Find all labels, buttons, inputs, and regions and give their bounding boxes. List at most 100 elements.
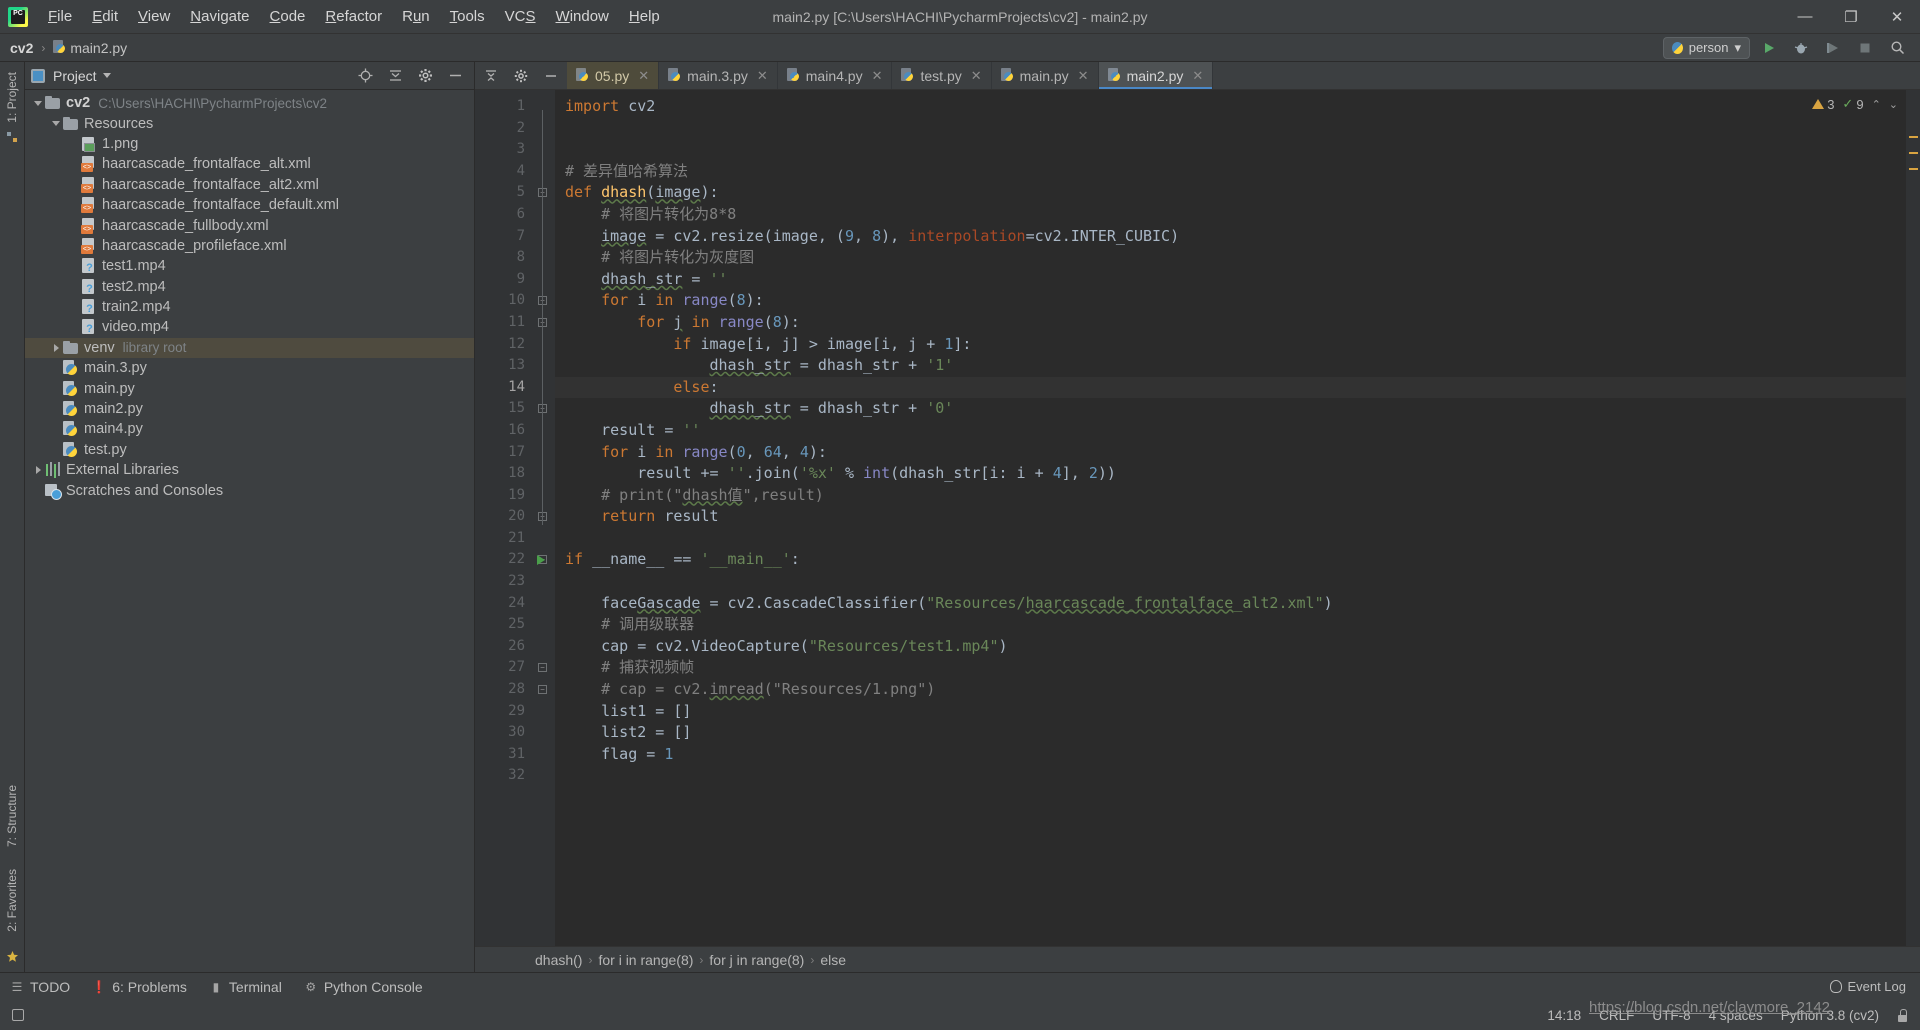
tree-item-haarcascade-fullbody-xml[interactable]: haarcascade_fullbody.xml: [25, 215, 474, 235]
close-icon[interactable]: ✕: [638, 68, 649, 84]
sidebar-item-project[interactable]: 1: Project: [5, 66, 19, 129]
code-line[interactable]: else:: [555, 376, 1920, 399]
hide-panel-icon[interactable]: [446, 67, 464, 85]
tree-item-haarcascade-frontalface-default-xml[interactable]: haarcascade_frontalface_default.xml: [25, 195, 474, 215]
breadcrumb-project[interactable]: cv2: [10, 40, 33, 56]
close-icon[interactable]: ✕: [1078, 68, 1089, 84]
tree-toggle-arrow-icon[interactable]: [49, 344, 63, 352]
code-line[interactable]: # 调用级联器: [565, 614, 1920, 636]
inspection-marker[interactable]: [1909, 168, 1918, 170]
bottom-item-python-console[interactable]: ⚙ Python Console: [304, 979, 422, 995]
editor-breadcrumb-item[interactable]: dhash(): [535, 952, 582, 968]
code-line[interactable]: def dhash(image):: [565, 182, 1920, 204]
tree-item-train2-mp4[interactable]: train2.mp4: [25, 297, 474, 317]
close-icon[interactable]: ✕: [757, 68, 768, 84]
code-line[interactable]: # cap = cv2.imread("Resources/1.png"): [565, 679, 1920, 701]
menu-file[interactable]: File: [38, 4, 82, 30]
close-icon[interactable]: ✕: [971, 68, 982, 84]
tree-item-venv[interactable]: venv library root: [25, 337, 474, 359]
menu-help[interactable]: Help: [619, 4, 670, 30]
code-line[interactable]: result = '': [565, 420, 1920, 442]
code-line[interactable]: dhash_str = '': [565, 269, 1920, 291]
run-icon[interactable]: [1756, 37, 1782, 59]
tree-item-haarcascade-frontalface-alt2-xml[interactable]: haarcascade_frontalface_alt2.xml: [25, 175, 474, 195]
hide-tool-windows-icon[interactable]: [12, 1009, 24, 1021]
close-icon[interactable]: ✕: [872, 68, 883, 84]
code-line[interactable]: return result: [565, 506, 1920, 528]
code-line[interactable]: dhash_str = dhash_str + '1': [565, 355, 1920, 377]
editor-tabs[interactable]: 05.py ✕ main.3.py ✕ main4.py ✕ test.py ✕ main.py…: [567, 62, 1214, 89]
code-line[interactable]: if __name__ == '__main__':: [565, 549, 1920, 571]
tree-item-test1-mp4[interactable]: test1.mp4: [25, 256, 474, 276]
menu-code[interactable]: Code: [260, 4, 316, 30]
code-line[interactable]: cap = cv2.VideoCapture("Resources/test1.…: [565, 636, 1920, 658]
bottom-item-terminal[interactable]: ▮ Terminal: [209, 979, 282, 995]
bottom-item-todo[interactable]: ☰ TODO: [10, 979, 71, 995]
menu-edit[interactable]: Edit: [82, 4, 128, 30]
sidebar-item-favorites[interactable]: 2: Favorites: [5, 863, 19, 938]
status-indent[interactable]: 4 spaces: [1709, 1008, 1763, 1023]
hide-panel-icon[interactable]: [541, 66, 561, 86]
code-line[interactable]: # 捕获视频帧: [565, 657, 1920, 679]
menu-tools[interactable]: Tools: [440, 4, 495, 30]
breadcrumb-file[interactable]: main2.py: [70, 40, 127, 56]
tree-item-haarcascade-profileface-xml[interactable]: haarcascade_profileface.xml: [25, 236, 474, 256]
inspection-marker[interactable]: [1909, 152, 1918, 154]
menu-window[interactable]: Window: [546, 4, 619, 30]
coverage-icon[interactable]: [1820, 37, 1846, 59]
code-line[interactable]: list1 = []: [565, 701, 1920, 723]
editor-breadcrumbs[interactable]: dhash() › for i in range(8) › for j in range…: [475, 946, 1920, 972]
code-line[interactable]: if image[i, j] > image[i, j + 1]:: [565, 334, 1920, 356]
code-line[interactable]: import cv2: [565, 96, 1920, 118]
code-line[interactable]: # 差异值哈希算法: [565, 161, 1920, 183]
code-line[interactable]: for i in range(8):: [565, 290, 1920, 312]
code-line[interactable]: for i in range(0, 64, 4):: [565, 442, 1920, 464]
tree-item-test2-mp4[interactable]: test2.mp4: [25, 277, 474, 297]
code-line[interactable]: for j in range(8):: [565, 312, 1920, 334]
code-line[interactable]: image = cv2.resize(image, (9, 8), interp…: [565, 226, 1920, 248]
editor-breadcrumb-item[interactable]: else: [820, 952, 846, 968]
close-icon[interactable]: ✕: [1192, 68, 1203, 84]
tree-item-cv2[interactable]: cv2 C:\Users\HACHI\PycharmProjects\cv2: [25, 93, 474, 113]
menu-refactor[interactable]: Refactor: [315, 4, 392, 30]
editor-tab-main4-py[interactable]: main4.py ✕: [778, 62, 893, 89]
code-line[interactable]: faceGascade = cv2.CascadeClassifier("Res…: [565, 593, 1920, 615]
code-line[interactable]: # 将图片转化为灰度图: [565, 247, 1920, 269]
tree-toggle-arrow-icon[interactable]: [49, 121, 63, 126]
sidebar-item-structure[interactable]: 7: Structure: [5, 779, 19, 853]
run-configuration-selector[interactable]: person ▾: [1662, 36, 1750, 59]
editor-breadcrumb-item[interactable]: for i in range(8): [598, 952, 693, 968]
event-log-button[interactable]: Event Log: [1830, 979, 1906, 994]
chevron-down-icon[interactable]: ⌄: [1889, 98, 1898, 111]
code-line[interactable]: [565, 765, 1920, 787]
tree-item-main4-py[interactable]: main4.py: [25, 419, 474, 439]
tree-item-resources[interactable]: Resources: [25, 113, 474, 133]
search-icon[interactable]: [1884, 37, 1910, 59]
chevron-up-icon[interactable]: ⌃: [1872, 98, 1881, 111]
status-line-separator[interactable]: CRLF: [1599, 1008, 1634, 1023]
editor-tab-05-py[interactable]: 05.py ✕: [567, 62, 660, 89]
code-line[interactable]: # 将图片转化为8*8: [565, 204, 1920, 226]
tree-item-scratches-and-consoles[interactable]: Scratches and Consoles: [25, 480, 474, 500]
code-line[interactable]: [565, 528, 1920, 550]
minimize-button[interactable]: —: [1782, 0, 1828, 34]
code-line[interactable]: result += ''.join('%x' % int(dhash_str[i…: [565, 463, 1920, 485]
settings-gear-icon[interactable]: [511, 66, 531, 86]
code-line[interactable]: [565, 118, 1920, 140]
structure-small-icon[interactable]: [4, 129, 20, 145]
status-encoding[interactable]: UTF-8: [1652, 1008, 1690, 1023]
maximize-button[interactable]: ❐: [1828, 0, 1874, 34]
collapse-all-icon[interactable]: [386, 67, 404, 85]
tree-item-test-py[interactable]: test.py: [25, 440, 474, 460]
collapse-all-icon[interactable]: [481, 66, 501, 86]
target-icon[interactable]: [356, 67, 374, 85]
lock-icon[interactable]: [1897, 1008, 1908, 1022]
tree-item-main-3-py[interactable]: main.3.py: [25, 358, 474, 378]
settings-gear-icon[interactable]: [416, 67, 434, 85]
editor-tab-main-py[interactable]: main.py ✕: [992, 62, 1099, 89]
editor-tab-test-py[interactable]: test.py ✕: [892, 62, 992, 89]
code-line[interactable]: list2 = []: [565, 722, 1920, 744]
tree-toggle-arrow-icon[interactable]: [31, 466, 45, 474]
menu-view[interactable]: View: [128, 4, 180, 30]
code-line[interactable]: dhash_str = dhash_str + '0': [565, 398, 1920, 420]
